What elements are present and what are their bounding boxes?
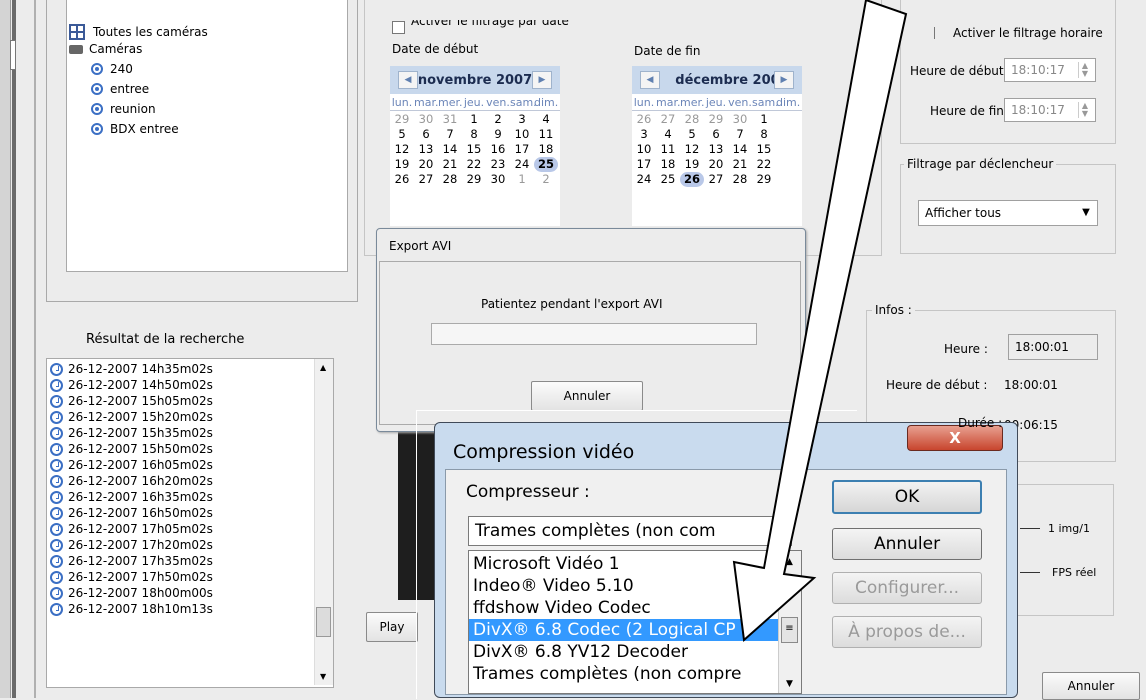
annotation-arrow — [732, 0, 908, 643]
